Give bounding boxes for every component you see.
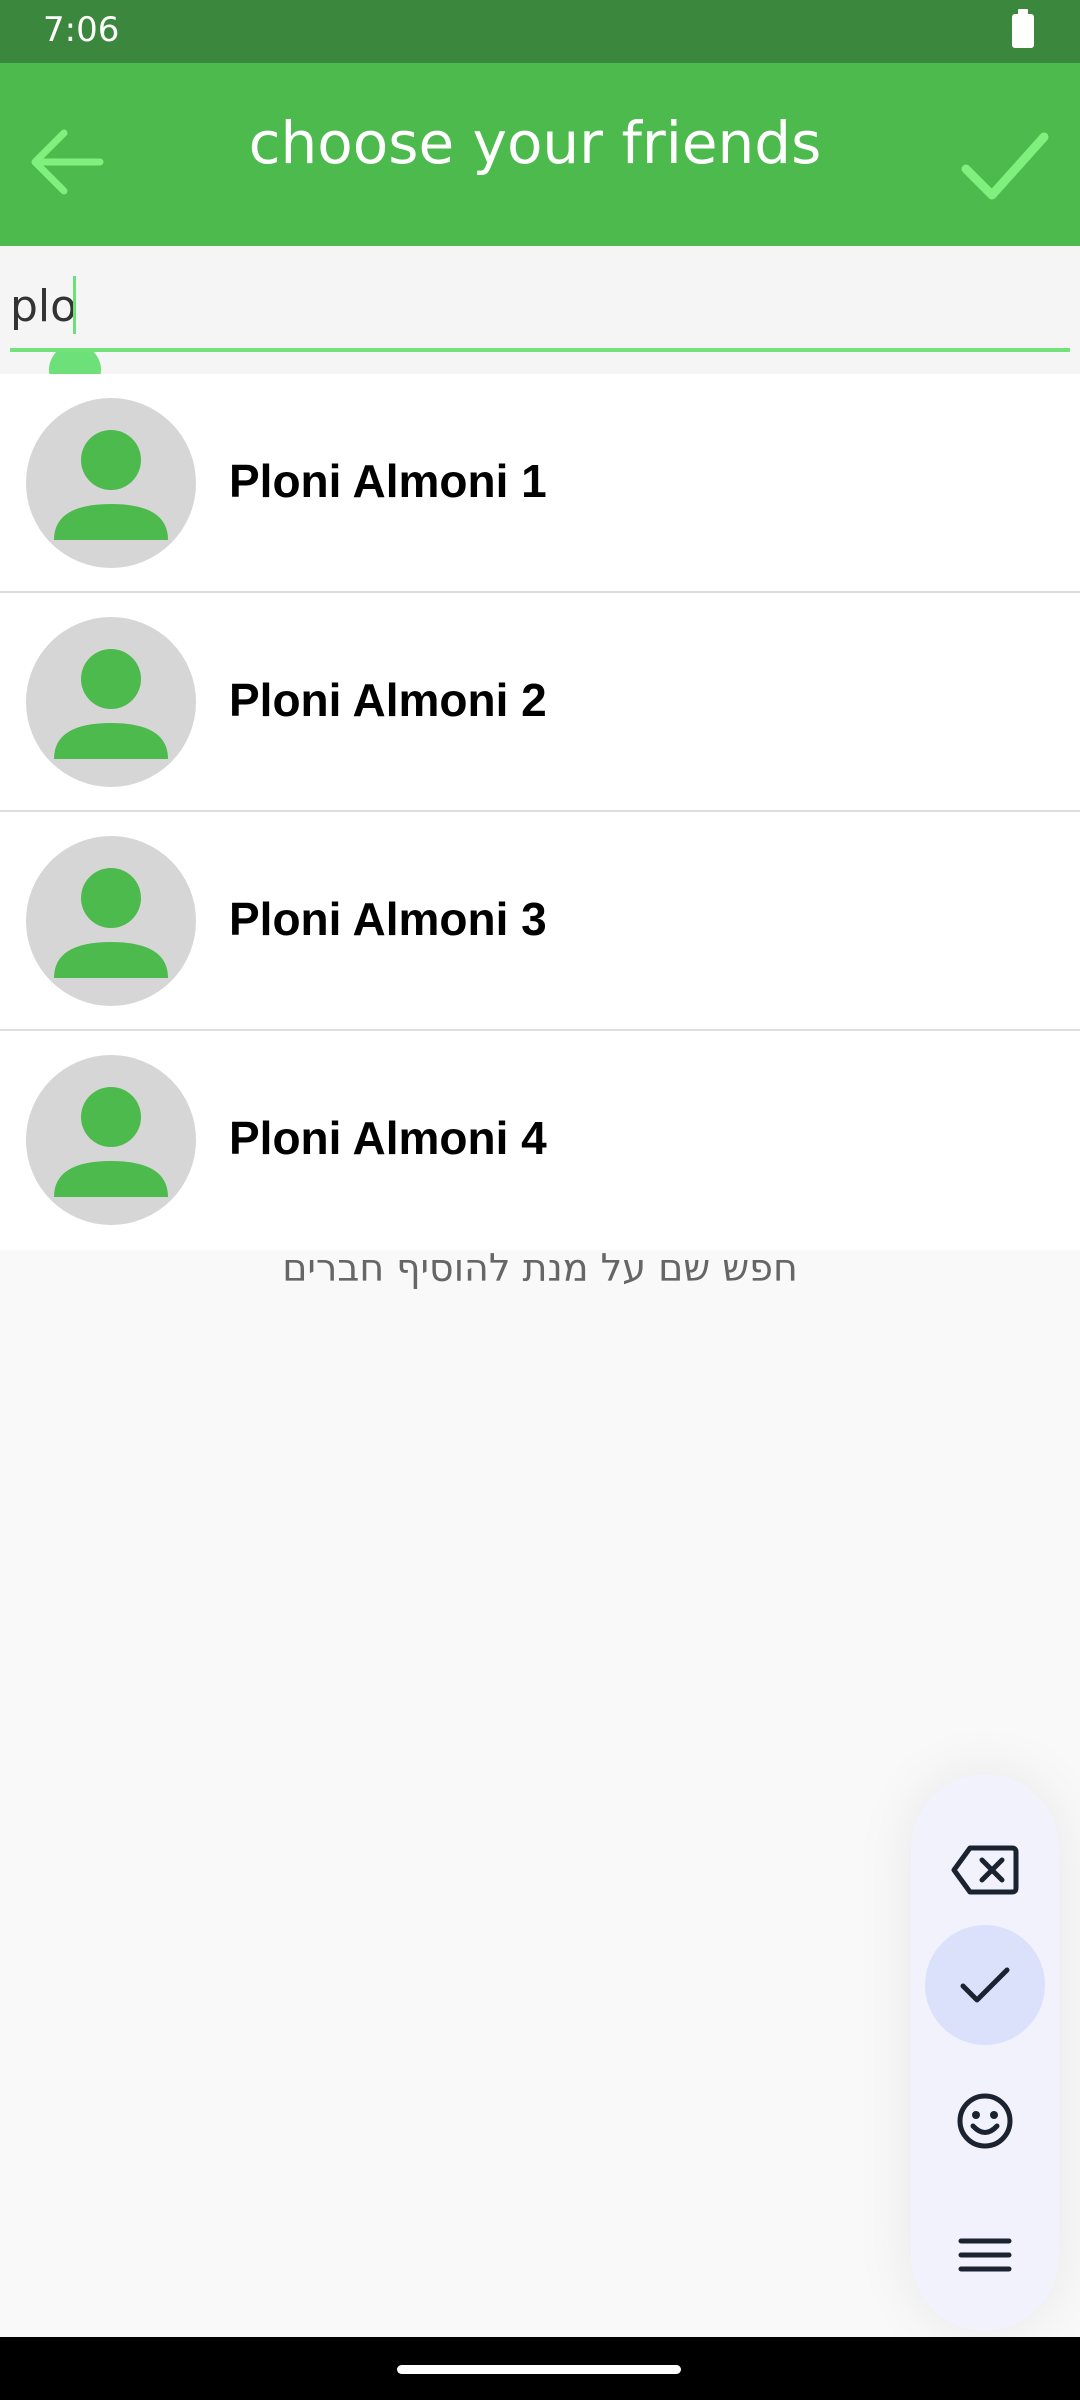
app-bar: choose your friends xyxy=(0,63,1080,246)
person-icon xyxy=(54,1087,168,1197)
status-time: 7:06 xyxy=(43,10,120,50)
check-icon xyxy=(960,1967,1010,2003)
search-input[interactable] xyxy=(10,276,1070,336)
search-underline xyxy=(10,348,1070,352)
friend-name: Ploni Almoni 3 xyxy=(229,893,547,945)
avatar xyxy=(26,1055,196,1225)
avatar xyxy=(26,836,196,1006)
avatar xyxy=(26,617,196,787)
battery-icon xyxy=(1012,9,1034,48)
keyboard-toolbar xyxy=(911,1774,1059,2331)
list-item[interactable]: Ploni Almoni 1 xyxy=(0,374,1080,593)
home-handle[interactable] xyxy=(397,2365,681,2374)
status-bar: 7:06 xyxy=(0,0,1080,63)
text-caret xyxy=(73,276,76,334)
backspace-button[interactable] xyxy=(925,1810,1045,1930)
person-icon xyxy=(54,868,168,978)
person-icon xyxy=(54,649,168,759)
avatar xyxy=(26,398,196,568)
done-button[interactable] xyxy=(925,1925,1045,2045)
list-item[interactable]: Ploni Almoni 3 xyxy=(0,812,1080,1031)
friend-name: Ploni Almoni 4 xyxy=(229,1112,547,1164)
emoji-button[interactable] xyxy=(925,2061,1045,2181)
search-area xyxy=(0,246,1080,396)
list-item[interactable]: Ploni Almoni 4 xyxy=(0,1031,1080,1250)
menu-icon xyxy=(958,2238,1012,2272)
search-hint: חפש שם על מנת להוסיף חברים xyxy=(282,1246,798,1290)
check-icon xyxy=(961,132,1049,200)
friends-list: Ploni Almoni 1 Ploni Almoni 2 Ploni Almo… xyxy=(0,374,1080,1250)
friend-name: Ploni Almoni 1 xyxy=(229,455,547,507)
confirm-button[interactable] xyxy=(956,121,1052,211)
person-icon xyxy=(54,430,168,540)
emoji-icon xyxy=(957,2093,1013,2149)
page-title: choose your friends xyxy=(248,109,822,177)
menu-button[interactable] xyxy=(925,2195,1045,2315)
navigation-bar xyxy=(0,2337,1080,2400)
backspace-icon xyxy=(951,1845,1019,1895)
list-item[interactable]: Ploni Almoni 2 xyxy=(0,593,1080,812)
friend-name: Ploni Almoni 2 xyxy=(229,674,547,726)
